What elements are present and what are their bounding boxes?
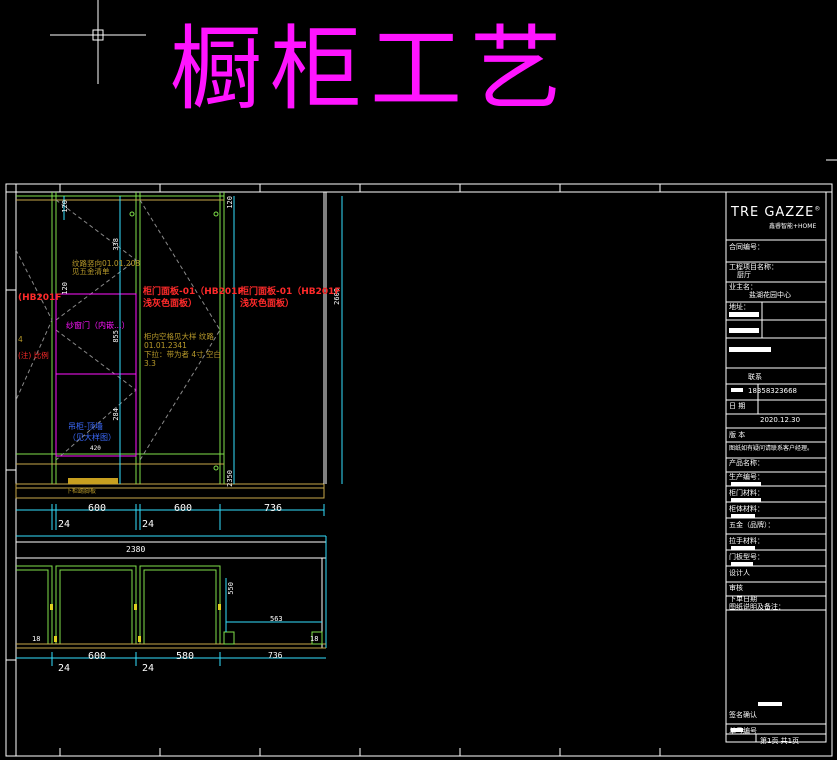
label-door-mid-2: 浅灰色面板） (143, 299, 198, 309)
label-scale: (注) 比例 (18, 351, 49, 360)
tb-project-name: 工程项目名称： (729, 263, 778, 271)
dim-elev-600-a: 600 (88, 503, 107, 514)
dim-plan-side-b: 18 (310, 635, 319, 643)
dim-plan-580: 580 (176, 651, 195, 662)
dim-v-855: 855 (112, 330, 120, 343)
dim-elev-600-b: 600 (174, 503, 193, 514)
dim-elev-736: 736 (264, 503, 283, 514)
brand-subtitle: 鑫睿智能+HOME (769, 223, 817, 230)
tb-phone: 18358323668 (748, 387, 797, 395)
label-wall-cabinet: 吊柜-顶墙 (68, 422, 103, 431)
dim-plan-gap-a: 24 (58, 663, 71, 674)
dim-plan-inner: 563 (270, 615, 283, 623)
label-mark: 4 (18, 335, 23, 344)
label-note-3: 柜内空格见大样 纹路 (144, 332, 214, 341)
dim-small: 420 (90, 445, 101, 452)
registered-mark: ® (814, 205, 822, 213)
tb-handle: 拉手材料： (729, 537, 764, 545)
tb-body-material: 柜体材料： (729, 505, 764, 513)
label-door-mid: 柜门面板-01（HB201F (143, 287, 244, 297)
dim-v-338: 338 (112, 238, 120, 251)
tb-door-model: 门板型号： (729, 553, 764, 561)
dim-v-right-120: 120 (226, 196, 234, 209)
tb-designer: 设计人 (729, 569, 750, 577)
label-door-right-2: 浅灰色面板） (240, 299, 295, 309)
label-glass-door: 纱窗门（内嵌...） (66, 321, 130, 330)
tb-note: 图纸如有疑问请联系客户经理。 (729, 445, 814, 452)
tb-owner: 业主名： (729, 283, 757, 291)
drawing-title: 橱柜工艺 (170, 16, 571, 123)
ruler-ticks (6, 159, 837, 756)
label-wall-cabinet-2: （见大样图） (68, 433, 116, 442)
tb-address: 地址： (729, 303, 750, 311)
dim-plan-736: 736 (268, 651, 283, 660)
label-door-left: (HB201F (18, 293, 62, 303)
tb-remarks: 图纸说明及备注： (729, 603, 785, 611)
label-note-5: 下拉：带为者 4寸 空白 (144, 350, 222, 359)
label-plinth: 下柜踢脚板 (66, 488, 97, 495)
dim-v-right-2350: 2350 (226, 470, 234, 487)
tb-production-no: 生产编号： (729, 473, 764, 481)
tb-contact: 联系 (748, 373, 762, 381)
tb-owner-value: 盐湖花园中心 (749, 291, 791, 299)
dim-plan-total: 2380 (126, 545, 146, 554)
dim-v-120-b: 120 (61, 282, 69, 295)
tb-order-date: 下单日期 (729, 595, 757, 603)
label-note-2: 见五金清单 (72, 267, 110, 276)
tb-version: 版 本 (729, 431, 746, 439)
tb-review: 审核 (729, 584, 743, 592)
dim-elev-gap-a: 24 (58, 519, 71, 530)
drawing-frame (5, 183, 833, 757)
tb-order-no: 单号编号 (729, 727, 757, 735)
cabinet-plan (16, 535, 327, 666)
brand-logo-text: TRE GAZZE (731, 205, 815, 220)
tb-door-material: 柜门材料： (729, 489, 764, 497)
dim-plan-depth: 550 (227, 582, 235, 595)
brand-logo: TRE GAZZE® (731, 205, 821, 220)
tb-signature: 签名确认 (729, 711, 757, 719)
dim-plan-side-a: 18 (32, 635, 41, 643)
tb-hardware: 五金（品牌）： (729, 521, 775, 529)
crosshair-cursor-icon (50, 0, 146, 84)
dim-elev-gap-b: 24 (142, 519, 155, 530)
label-note-4: 01.01.2341 (144, 341, 187, 350)
tb-contract-no: 合同编号： (729, 243, 764, 251)
tb-page: 第1页 共1页 (760, 737, 800, 745)
label-note-6: 3.3 (144, 359, 156, 368)
dim-v-284: 284 (112, 408, 120, 421)
dim-plan-gap-b: 24 (142, 663, 155, 674)
label-door-right: 柜门面板-01（HB201F (240, 287, 341, 297)
tb-date-label: 日 期 (729, 402, 746, 410)
tb-project-value: 厨厅 (737, 271, 751, 279)
tb-date: 2020.12.30 (760, 416, 801, 424)
tb-product-name: 产品名称： (729, 459, 764, 467)
dim-v-120-a: 120 (61, 200, 69, 213)
dim-plan-600: 600 (88, 651, 107, 662)
